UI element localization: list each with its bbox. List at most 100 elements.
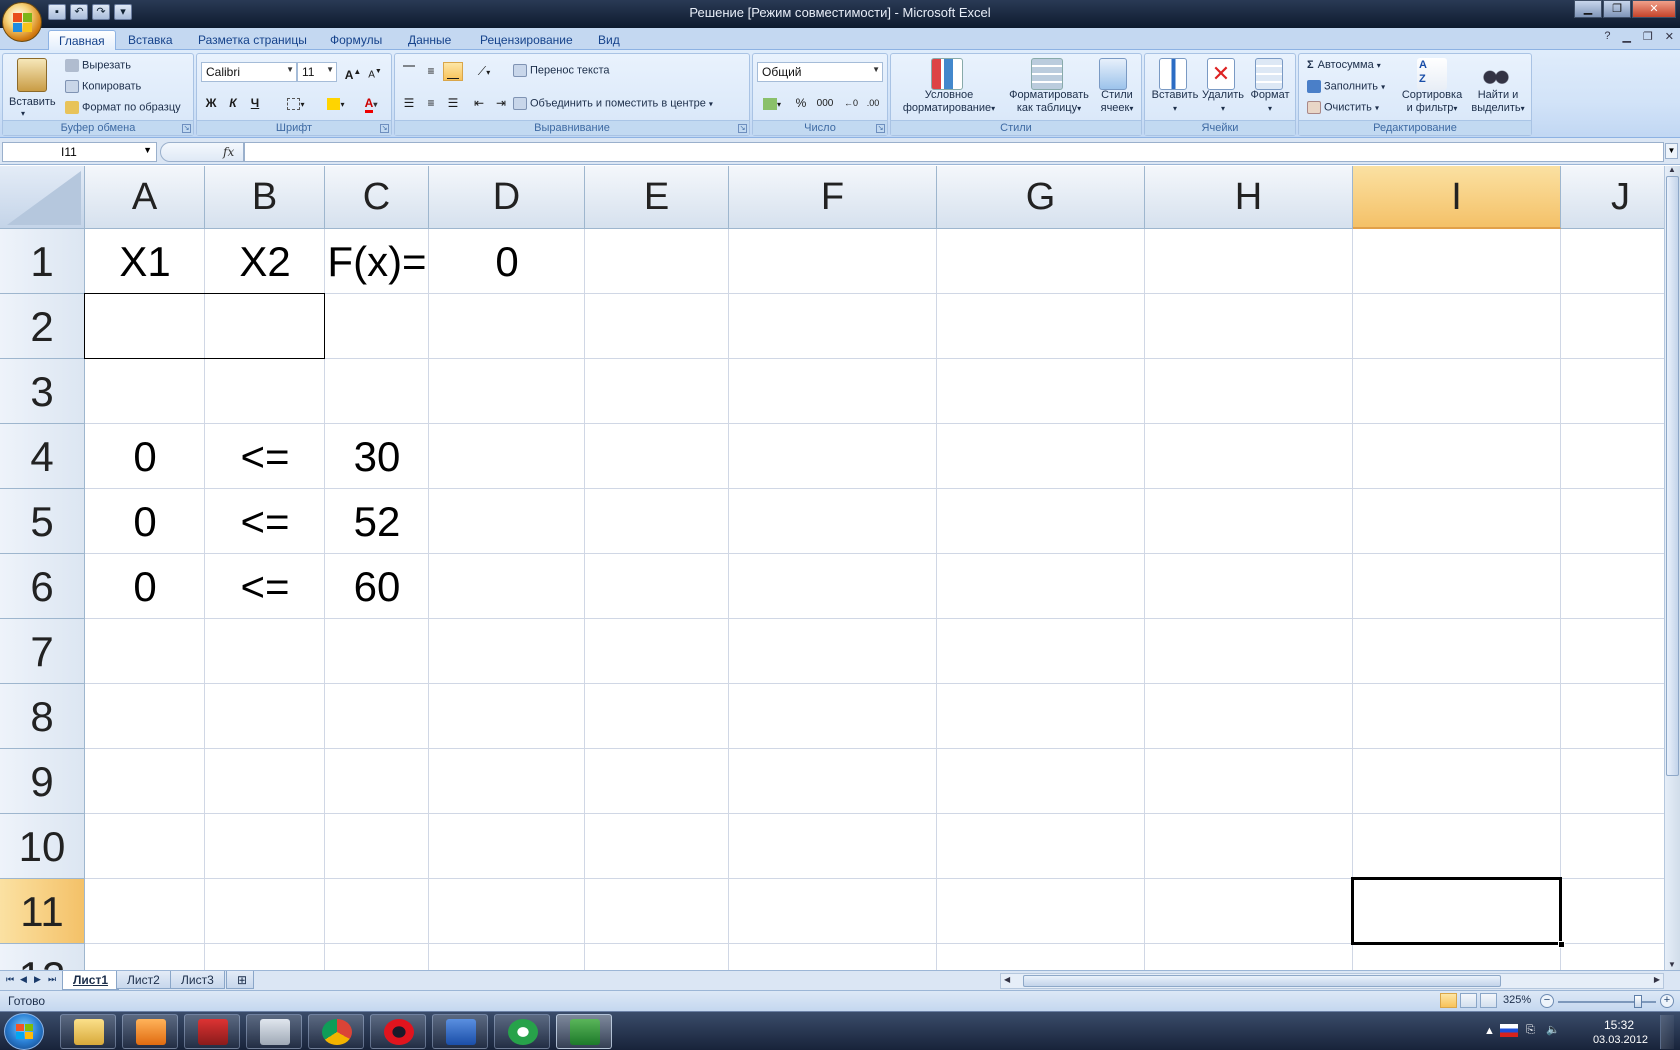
copy-button[interactable]: Копировать <box>65 80 141 93</box>
align-top-button[interactable]: ⎺ <box>399 62 419 81</box>
font-name-combo[interactable]: Calibri ▼ <box>201 62 297 82</box>
insert-function-icon[interactable]: fx <box>223 145 234 159</box>
column-header-g[interactable]: G <box>937 166 1145 229</box>
name-box[interactable]: I11 ▼ <box>2 142 157 162</box>
office-button[interactable] <box>2 2 42 42</box>
taskbar-excel[interactable] <box>556 1014 612 1049</box>
taskbar-save-app[interactable] <box>184 1014 240 1049</box>
align-center-button[interactable]: ≡ <box>421 94 441 113</box>
close-workbook-icon[interactable]: ✕ <box>1665 30 1674 43</box>
cell-d1[interactable]: 0 <box>429 229 585 294</box>
taskbar-calculator[interactable] <box>246 1014 302 1049</box>
fill-color-button[interactable]: ▾ <box>319 94 353 113</box>
show-desktop-button[interactable] <box>1660 1015 1674 1049</box>
cell-c6[interactable]: 60 <box>325 554 429 619</box>
scroll-down-icon[interactable]: ▼ <box>1668 960 1676 969</box>
scroll-right-icon[interactable]: ▶ <box>1654 975 1660 984</box>
column-header-d[interactable]: D <box>429 166 585 229</box>
help-icon[interactable]: ? <box>1604 30 1610 43</box>
currency-button[interactable]: ▾ <box>757 94 787 113</box>
binoculars-icon[interactable] <box>1481 58 1511 90</box>
cell-a1[interactable]: X1 <box>85 229 205 294</box>
zoom-slider-thumb[interactable] <box>1634 995 1642 1008</box>
format-cells-button[interactable]: Формат ▾ <box>1247 89 1293 115</box>
italic-button[interactable]: К <box>223 94 243 113</box>
normal-view-button[interactable] <box>1440 993 1457 1008</box>
insert-sheet-icon[interactable]: ⊞ <box>226 971 254 989</box>
autosum-button[interactable]: Σ Автосумма ▾ <box>1307 59 1381 71</box>
column-header-h[interactable]: H <box>1145 166 1353 229</box>
minimize-button[interactable]: ▁ <box>1574 0 1602 18</box>
column-header-a[interactable]: A <box>85 166 205 229</box>
taskbar-opera[interactable] <box>370 1014 426 1049</box>
fill-handle[interactable] <box>1558 941 1565 948</box>
restore-workbook-icon[interactable]: ❐ <box>1643 30 1653 43</box>
format-cells-icon[interactable] <box>1255 58 1283 90</box>
align-left-button[interactable]: ☰ <box>399 94 419 113</box>
decrease-decimal-button[interactable]: .00 <box>863 94 883 113</box>
alignment-launcher-icon[interactable]: ↘ <box>738 124 747 133</box>
column-header-c[interactable]: C <box>325 166 429 229</box>
next-sheet-icon[interactable]: ▶ <box>34 974 41 985</box>
taskbar-media-player[interactable] <box>122 1014 178 1049</box>
active-cell-indicator[interactable] <box>1351 877 1562 945</box>
cell-c5[interactable]: 52 <box>325 489 429 554</box>
font-launcher-icon[interactable]: ↘ <box>380 124 389 133</box>
sheet-tab-3[interactable]: Лист3 <box>170 971 225 989</box>
volume-icon[interactable]: 🔈 <box>1546 1023 1560 1036</box>
cut-button[interactable]: Вырезать <box>65 59 131 72</box>
cell-a5[interactable]: 0 <box>85 489 205 554</box>
wrap-text-button[interactable]: Перенос текста <box>513 64 610 77</box>
row-header-9[interactable]: 9 <box>0 749 85 814</box>
row-header-6[interactable]: 6 <box>0 554 85 619</box>
sort-filter-icon[interactable]: AZ <box>1417 58 1447 90</box>
number-format-combo[interactable]: Общий ▼ <box>757 62 883 82</box>
bold-button[interactable]: Ж <box>201 94 221 113</box>
row-header-5[interactable]: 5 <box>0 489 85 554</box>
close-button[interactable]: ✕ <box>1632 0 1676 18</box>
fill-button[interactable]: Заполнить ▾ <box>1307 80 1385 93</box>
cell-b5[interactable]: <= <box>205 489 325 554</box>
select-all-button[interactable] <box>0 166 85 229</box>
row-header-2[interactable]: 2 <box>0 294 85 359</box>
vertical-scroll-thumb[interactable] <box>1666 176 1679 776</box>
cell-a4[interactable]: 0 <box>85 424 205 489</box>
horizontal-scrollbar[interactable]: ◀ ▶ <box>1000 973 1664 989</box>
increase-indent-button[interactable]: ⇥ <box>491 94 511 113</box>
tab-insert[interactable]: Вставка <box>118 30 183 50</box>
first-sheet-icon[interactable]: ⏮ <box>6 974 14 985</box>
clock-date[interactable]: 03.03.2012 <box>1593 1034 1648 1046</box>
borders-button[interactable]: ▾ <box>279 94 313 113</box>
cell-b4[interactable]: <= <box>205 424 325 489</box>
expand-formula-bar-icon[interactable]: ▼ <box>1665 143 1678 159</box>
paste-icon[interactable] <box>17 58 47 92</box>
column-header-f[interactable]: F <box>729 166 937 229</box>
zoom-level[interactable]: 325% <box>1503 994 1531 1006</box>
worksheet-grid[interactable]: ABCDEFGHIJ 123456789101112 X1X2F(x)=00<=… <box>0 166 1664 970</box>
row-header-11[interactable]: 11 <box>0 879 85 944</box>
font-size-combo[interactable]: 11 ▼ <box>297 62 337 82</box>
tab-page-layout[interactable]: Разметка страницы <box>188 30 317 50</box>
horizontal-scroll-thumb[interactable] <box>1023 975 1501 987</box>
scroll-left-icon[interactable]: ◀ <box>1004 975 1010 984</box>
delete-cells-button[interactable]: Удалить ▾ <box>1201 89 1245 115</box>
zoom-out-button[interactable]: − <box>1540 994 1554 1008</box>
network-icon[interactable]: ⎘ <box>1526 1024 1535 1037</box>
format-painter-button[interactable]: Формат по образцу <box>65 101 181 114</box>
percent-button[interactable]: % <box>791 94 811 113</box>
tab-data[interactable]: Данные <box>398 30 461 50</box>
scroll-up-icon[interactable]: ▲ <box>1668 165 1676 174</box>
row-header-8[interactable]: 8 <box>0 684 85 749</box>
cell-styles-button[interactable]: Стили ячеек▾ <box>1095 89 1139 115</box>
conditional-formatting-icon[interactable] <box>931 58 963 90</box>
taskbar-mail-agent[interactable] <box>494 1014 550 1049</box>
clock-time[interactable]: 15:32 <box>1604 1018 1634 1032</box>
paste-button[interactable]: Вставить <box>9 96 56 108</box>
row-header-3[interactable]: 3 <box>0 359 85 424</box>
cell-b6[interactable]: <= <box>205 554 325 619</box>
sheet-tab-2[interactable]: Лист2 <box>116 971 171 989</box>
merge-center-button[interactable]: Объединить и поместить в центре ▾ <box>513 97 713 110</box>
start-button[interactable] <box>4 1013 44 1050</box>
tab-review[interactable]: Рецензирование <box>470 30 583 50</box>
cell-b1[interactable]: X2 <box>205 229 325 294</box>
